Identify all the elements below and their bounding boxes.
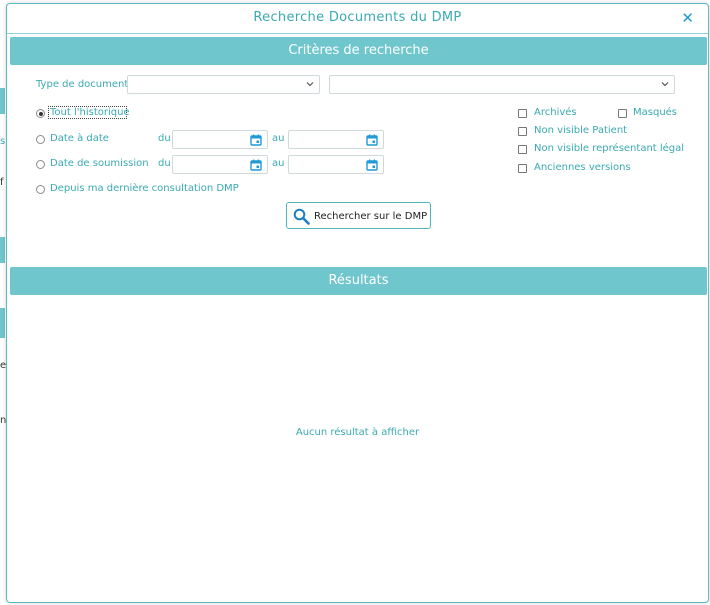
criteria-header: Critères de recherche (10, 37, 707, 65)
from-label: du (158, 133, 171, 144)
radio-all-history-label[interactable]: Tout l'historique (50, 107, 130, 118)
results-header: Résultats (10, 267, 707, 295)
background-text: s (0, 136, 6, 147)
radio-all-history[interactable] (36, 109, 45, 118)
background-tab (0, 88, 5, 114)
checkbox-not-visible-legal-rep-label[interactable]: Non visible représentant légal (534, 143, 684, 154)
search-dmp-button[interactable]: Rechercher sur le DMP (286, 202, 431, 229)
calendar-icon[interactable] (366, 159, 378, 171)
submission-to-input[interactable] (288, 155, 384, 174)
from-label: du (158, 158, 171, 169)
checkbox-not-visible-legal-rep[interactable] (518, 145, 527, 154)
checkbox-old-versions[interactable] (518, 164, 527, 173)
checkbox-archived-label[interactable]: Archivés (534, 107, 577, 118)
background-tab (0, 237, 5, 263)
radio-date-to-date-label[interactable]: Date à date (50, 133, 109, 144)
chevron-down-icon (306, 82, 314, 87)
doc-type-label: Type de document (36, 79, 129, 90)
checkbox-not-visible-patient[interactable] (518, 127, 527, 136)
close-icon[interactable]: ✕ (681, 9, 694, 27)
doc-subtype-select[interactable] (329, 75, 675, 94)
modal-title: Recherche Documents du DMP (253, 10, 462, 25)
doc-type-select[interactable] (127, 75, 320, 94)
radio-submission-date-label[interactable]: Date de soumission (50, 158, 149, 169)
search-dmp-button-label: Rechercher sur le DMP (314, 211, 428, 222)
calendar-icon[interactable] (366, 134, 378, 146)
dmp-search-modal: Recherche Documents du DMP ✕ Critères de… (6, 3, 709, 603)
background-text: f (0, 177, 4, 188)
chevron-down-icon (661, 82, 669, 87)
calendar-icon[interactable] (250, 134, 262, 146)
radio-submission-date[interactable] (36, 160, 45, 169)
date-from-input[interactable] (172, 130, 268, 149)
to-label: au (272, 133, 285, 144)
checkbox-old-versions-label[interactable]: Anciennes versions (534, 162, 631, 173)
calendar-icon[interactable] (250, 159, 262, 171)
empty-results-message: Aucun résultat à afficher (295, 427, 420, 438)
modal-header: Recherche Documents du DMP ✕ (7, 4, 708, 34)
checkbox-hidden[interactable] (618, 109, 627, 118)
submission-from-input[interactable] (172, 155, 268, 174)
radio-since-last-consultation[interactable] (36, 185, 45, 194)
radio-date-to-date[interactable] (36, 135, 45, 144)
to-label: au (272, 158, 285, 169)
date-to-input[interactable] (288, 130, 384, 149)
checkbox-archived[interactable] (518, 109, 527, 118)
radio-since-last-consultation-label[interactable]: Depuis ma dernière consultation DMP (50, 183, 239, 194)
checkbox-not-visible-patient-label[interactable]: Non visible Patient (534, 125, 627, 136)
checkbox-hidden-label[interactable]: Masqués (633, 107, 677, 118)
search-icon (293, 208, 310, 225)
background-tab (0, 308, 5, 338)
